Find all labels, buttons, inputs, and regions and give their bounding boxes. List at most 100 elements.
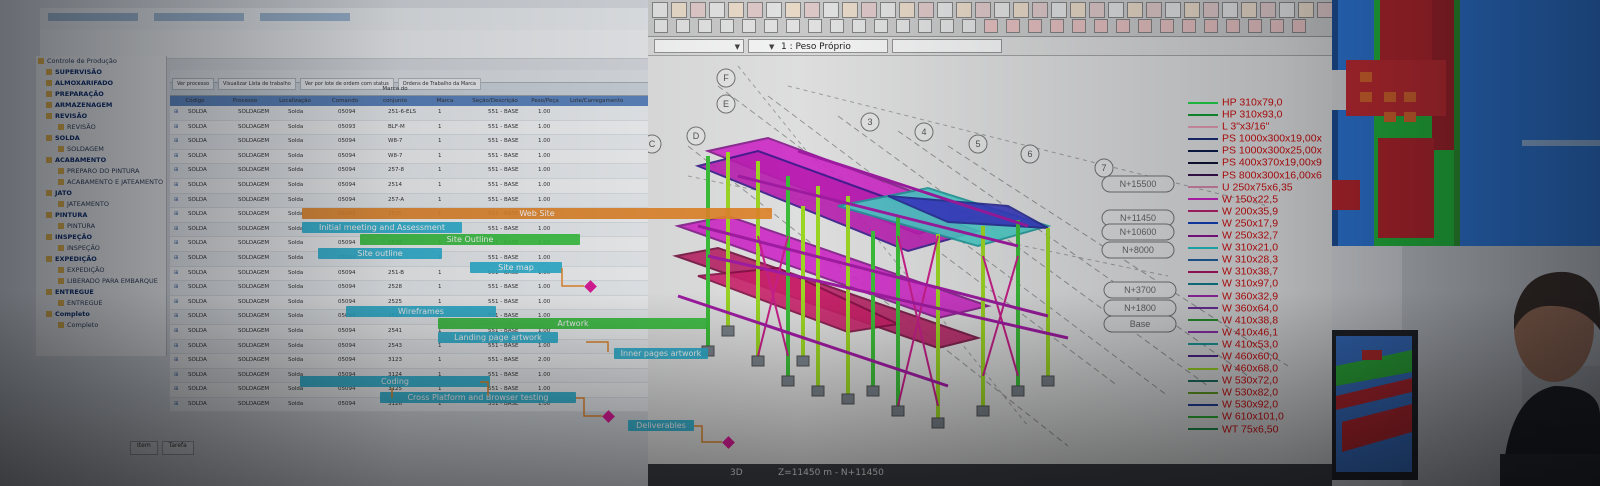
table-row[interactable]: ⊞ SOLDA SOLDAGEM Solda 05094 3124 1 551 - BASE 1… [170,368,648,384]
tool-icon[interactable] [1070,2,1086,18]
filter-select[interactable] [892,39,1002,53]
tree-node[interactable]: REVISÃO [36,122,166,133]
view-select[interactable]: ▼ [654,39,744,53]
tool-icon[interactable] [764,19,778,33]
tool-icon[interactable] [823,2,839,18]
tree-node[interactable]: ACABAMENTO E JATEAMENTO [36,177,166,188]
tool-icon[interactable] [1270,19,1284,33]
expand-icon[interactable]: ⊞ [170,296,184,309]
tool-icon[interactable] [984,19,998,33]
expand-icon[interactable]: ⊞ [170,135,184,148]
tool-icon[interactable] [1165,2,1181,18]
tool-icon[interactable] [1248,19,1262,33]
tree-node[interactable]: Completo [36,309,166,320]
expand-icon[interactable]: ⊞ [170,194,184,207]
tree-node[interactable]: ENTREGUE [36,298,166,309]
tool-icon[interactable] [1051,2,1067,18]
expand-icon[interactable]: ⊞ [170,354,184,367]
tree-node[interactable]: INSPEÇÃO [36,232,166,243]
tree-node[interactable]: SOLDA [36,133,166,144]
tree-node[interactable]: JATO [36,188,166,199]
tree-node[interactable]: ALMOXARIFADO [36,78,166,89]
tool-icon[interactable] [808,19,822,33]
tree-node[interactable]: JATEAMENTO [36,199,166,210]
table-row[interactable]: ⊞ SOLDA SOLDAGEM Solda 05094 W8-7 1 551 - BASE 1… [170,135,648,150]
tool-icon[interactable] [1108,2,1124,18]
table-row[interactable]: ⊞ SOLDA SOLDAGEM Solda 05094 257-8 1 551 - BASE… [170,164,648,179]
tool-icon[interactable] [1298,2,1314,18]
tool-icon[interactable] [1072,19,1086,33]
tool-icon[interactable] [676,19,690,33]
tool-icon[interactable] [654,19,668,33]
tool-icon[interactable] [1028,19,1042,33]
tool-icon[interactable] [861,2,877,18]
table-row[interactable]: ⊞ SOLDA SOLDAGEM Solda 05094 3126 1 551 - BASE 1… [170,397,648,413]
tool-icon[interactable] [962,19,976,33]
expand-icon[interactable]: ⊞ [170,179,184,192]
tool-icon[interactable] [918,19,932,33]
tree-node[interactable]: EXPEDIÇÃO [36,265,166,276]
tree-node[interactable]: Controle de Produção [36,56,166,67]
tree-node[interactable]: PINTURA [36,221,166,232]
tree-node[interactable]: ARMAZENAGEM [36,100,166,111]
table-row[interactable]: ⊞ SOLDA SOLDAGEM Solda 05094 W8-7 1 551 - BASE 1… [170,150,648,165]
tool-icon[interactable] [1279,2,1295,18]
tool-icon[interactable] [766,2,782,18]
tool-icon[interactable] [1204,19,1218,33]
table-row[interactable]: ⊞ SOLDA SOLDAGEM Solda 05094 2528 1 551 - BASE 1… [170,281,648,296]
expand-icon[interactable]: ⊞ [170,398,184,411]
expand-icon[interactable]: ⊞ [170,164,184,177]
table-row[interactable]: ⊞ SOLDA SOLDAGEM Solda 05093 2535 1 551 - BASE 1… [170,208,648,223]
tool-icon[interactable] [709,2,725,18]
expand-icon[interactable]: ⊞ [170,369,184,382]
table-row[interactable]: ⊞ SOLDA SOLDAGEM Solda 05094 251-6-ELS 1 551 - … [170,106,648,121]
tree-node[interactable]: ACABAMENTO [36,155,166,166]
table-row[interactable]: ⊞ SOLDA SOLDAGEM Solda 05094 3125 1 551 - BASE 1… [170,383,648,398]
tool-icon[interactable] [1184,2,1200,18]
tool-icon[interactable] [1182,19,1196,33]
tree-node[interactable]: LIBERADO PARA EMBARQUE [36,276,166,287]
expand-icon[interactable]: ⊞ [170,237,184,250]
expand-icon[interactable]: ⊞ [170,325,184,338]
tree-node[interactable]: SOLDAGEM [36,144,166,155]
expand-icon[interactable]: ⊞ [170,310,184,323]
tree-node[interactable]: Completo [36,320,166,331]
tool-icon[interactable] [852,19,866,33]
tool-icon[interactable] [842,2,858,18]
tool-icon[interactable] [698,19,712,33]
tool-icon[interactable] [742,19,756,33]
tree-node[interactable]: SUPERVISÃO [36,67,166,78]
table-row[interactable]: ⊞ SOLDA SOLDAGEM Solda 05094 2541 1 551 - BASE 1… [170,325,648,340]
table-row[interactable]: ⊞ SOLDA SOLDAGEM Solda 05094 2519 1 551 - BASE 1… [170,310,648,325]
tool-icon[interactable] [830,19,844,33]
tree-node[interactable]: PREPARO DO PINTURA [36,166,166,177]
table-row[interactable]: ⊞ SOLDA SOLDAGEM Solda 05094 2543 1 551 - BASE 1… [170,339,648,355]
tool-icon[interactable] [1127,2,1143,18]
tree-node[interactable]: REVISÃO [36,111,166,122]
expand-icon[interactable]: ⊞ [170,208,184,221]
tool-icon[interactable] [896,19,910,33]
tool-icon[interactable] [652,2,668,18]
load-case-select[interactable]: 1 : Peso Próprio ▼ [748,39,888,53]
table-row[interactable]: ⊞ SOLDA SOLDAGEM Solda 05094 3123 1 551 - BASE 2… [170,354,648,369]
tool-icon[interactable] [1050,19,1064,33]
tool-icon[interactable] [1226,19,1240,33]
tool-icon[interactable] [899,2,915,18]
tree-node[interactable]: INSPEÇÃO [36,243,166,254]
tool-icon[interactable] [1089,2,1105,18]
table-row[interactable]: ⊞ SOLDA SOLDAGEM Solda 05094 2538 1 551 - BASE 1… [170,237,648,252]
bottom-tab[interactable]: Tarefa [161,441,194,455]
tool-icon[interactable] [690,2,706,18]
tool-icon[interactable] [880,2,896,18]
tool-icon[interactable] [785,2,801,18]
tool-icon[interactable] [1138,19,1152,33]
expand-icon[interactable]: ⊞ [170,150,184,163]
tool-icon[interactable] [804,2,820,18]
tool-icon[interactable] [720,19,734,33]
expand-icon[interactable]: ⊞ [170,340,184,353]
tool-icon[interactable] [1222,2,1238,18]
expand-icon[interactable]: ⊞ [170,281,184,294]
tool-icon[interactable] [1094,19,1108,33]
table-row[interactable]: ⊞ SOLDA SOLDAGEM Solda 05094 2514 1 551 - BASE 1… [170,179,648,194]
table-row[interactable]: ⊞ SOLDA SOLDAGEM Solda 05094 251-B 1 551 - BASE… [170,267,648,282]
